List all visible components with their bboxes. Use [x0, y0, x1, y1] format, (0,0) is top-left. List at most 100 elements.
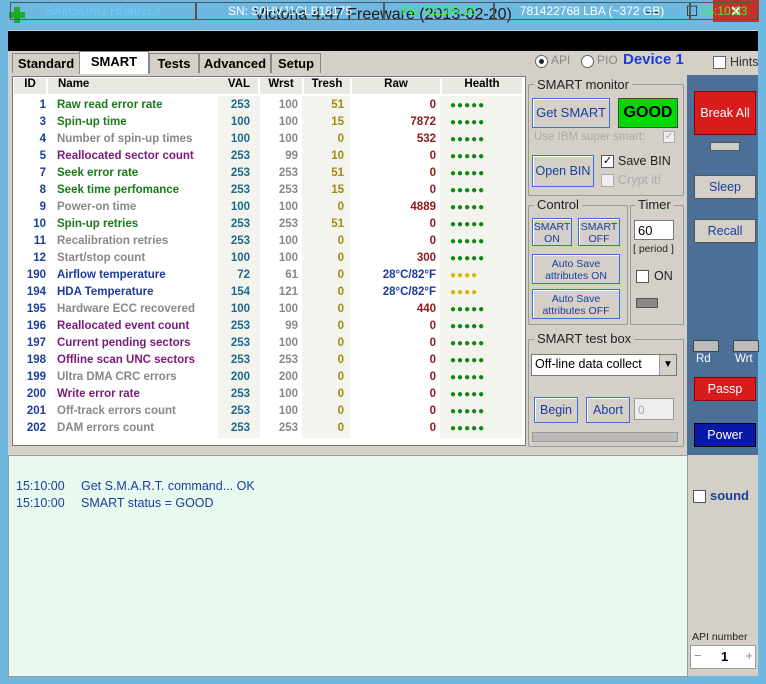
autosave-on-button[interactable]: Auto Save attributes ON	[532, 254, 620, 284]
cell-wrst: 100	[278, 252, 298, 264]
smart-on-button[interactable]: SMART ON	[532, 218, 572, 246]
sound-label: sound	[710, 488, 749, 503]
cell-name: Ultra DMA CRC errors	[57, 371, 177, 383]
test-type-select[interactable]: Off-line data collect ▼	[531, 354, 677, 376]
cell-health: ●●●●●	[450, 151, 486, 162]
sleep-button[interactable]: Sleep	[694, 175, 756, 199]
api-number-value: 1	[721, 649, 729, 664]
cell-wrst: 253	[278, 422, 298, 434]
cell-wrst: 99	[285, 150, 298, 162]
minus-icon[interactable]: −	[694, 648, 702, 663]
cell-raw: 0	[429, 354, 436, 366]
hints-checkbox[interactable]	[713, 56, 726, 69]
cell-health: ●●●●●	[450, 338, 486, 349]
cell-tresh: 0	[337, 303, 344, 315]
cell-raw: 0	[429, 235, 436, 247]
log-time: 15:10:00	[16, 479, 65, 493]
rd-label: Rd	[696, 353, 711, 365]
pio-label: PIO	[597, 53, 618, 67]
save-bin-checkbox[interactable]: ✓	[601, 155, 614, 168]
api-number-stepper[interactable]: − 1 +	[690, 645, 756, 669]
get-smart-button[interactable]: Get SMART	[532, 98, 610, 128]
timer-indicator	[636, 298, 658, 308]
open-bin-button[interactable]: Open BIN	[532, 155, 594, 187]
cell-wrst: 253	[278, 218, 298, 230]
wrt-indicator	[733, 340, 759, 352]
test-progress-input[interactable]: 0	[634, 398, 674, 420]
header-name: Name	[48, 78, 228, 94]
pio-radio[interactable]	[581, 55, 594, 68]
device-selector[interactable]: Device 1	[623, 51, 684, 68]
abort-button[interactable]: Abort	[586, 397, 630, 423]
tab-setup[interactable]: Setup	[271, 53, 321, 73]
cell-id: 190	[26, 269, 46, 281]
crypt-label: Crypt it!	[618, 173, 662, 187]
cell-val: 253	[230, 235, 250, 247]
cell-wrst: 100	[278, 337, 298, 349]
cell-name: Spin-up time	[57, 116, 127, 128]
cell-raw: 440	[416, 303, 436, 315]
power-button[interactable]: Power	[694, 423, 756, 447]
cell-tresh: 0	[337, 235, 344, 247]
cell-name: Raw read error rate	[57, 99, 163, 111]
cell-name: Airflow temperature	[57, 269, 166, 281]
hints-label: Hints	[730, 55, 759, 69]
smart-off-button[interactable]: SMART OFF	[578, 218, 620, 246]
break-all-button[interactable]: Break All	[694, 91, 756, 135]
cell-tresh: 51	[331, 99, 344, 111]
passp-button[interactable]: Passp	[694, 377, 756, 401]
sound-checkbox[interactable]	[693, 490, 706, 503]
tab-smart[interactable]: SMART	[79, 51, 149, 74]
cell-id: 8	[39, 184, 46, 196]
cell-wrst: 100	[278, 133, 298, 145]
cell-name: Spin-up retries	[57, 218, 139, 230]
header-raw: Raw	[352, 78, 440, 94]
timer-input[interactable]: 60	[634, 220, 674, 240]
tab-tests[interactable]: Tests	[149, 53, 199, 73]
api-radio[interactable]	[535, 55, 548, 68]
cell-id: 10	[33, 218, 46, 230]
drive-model: SAMSUNG HD401LJ	[10, 2, 196, 20]
cell-id: 196	[26, 320, 46, 332]
cell-health: ●●●●●	[450, 355, 486, 366]
clock: 15:10:03	[690, 2, 758, 20]
cell-health: ●●●●●	[450, 100, 486, 111]
tab-standard[interactable]: Standard	[12, 53, 80, 73]
cell-tresh: 0	[337, 337, 344, 349]
log-message: SMART status = GOOD	[81, 496, 214, 510]
cell-health: ●●●●●	[450, 202, 486, 213]
cell-raw: 28°C/82°F	[382, 286, 436, 298]
cell-health: ●●●●●	[450, 185, 486, 196]
cell-name: Off-track errors count	[57, 405, 176, 417]
cell-val: 100	[230, 252, 250, 264]
chevron-down-icon[interactable]: ▼	[659, 355, 676, 375]
timer-on-checkbox[interactable]	[636, 270, 649, 283]
crypt-checkbox[interactable]	[601, 174, 614, 187]
cell-name: Offline scan UNC sectors	[57, 354, 196, 366]
cell-tresh: 0	[337, 354, 344, 366]
cell-val: 253	[230, 388, 250, 400]
cell-tresh: 15	[331, 116, 344, 128]
header-health: Health	[442, 78, 522, 94]
cell-tresh: 0	[337, 269, 344, 281]
header-wrst: Wrst	[260, 78, 302, 94]
cell-wrst: 100	[278, 388, 298, 400]
autosave-off-button[interactable]: Auto Save attributes OFF	[532, 289, 620, 319]
cell-tresh: 0	[337, 371, 344, 383]
cell-raw: 0	[429, 337, 436, 349]
cell-wrst: 100	[278, 303, 298, 315]
use-ibm-checkbox[interactable]: ✓	[663, 131, 675, 143]
cell-val: 253	[230, 405, 250, 417]
cell-val: 253	[230, 320, 250, 332]
cell-val: 100	[230, 303, 250, 315]
cell-name: HDA Temperature	[57, 286, 154, 298]
tab-advanced[interactable]: Advanced	[199, 53, 271, 73]
plus-icon[interactable]: +	[745, 648, 753, 663]
recall-button[interactable]: Recall	[694, 219, 756, 243]
cell-name: Number of spin-up times	[57, 133, 193, 145]
cell-id: 202	[26, 422, 46, 434]
begin-button[interactable]: Begin	[534, 397, 578, 423]
cell-raw: 300	[416, 252, 436, 264]
cell-wrst: 253	[278, 354, 298, 366]
cell-tresh: 0	[337, 252, 344, 264]
